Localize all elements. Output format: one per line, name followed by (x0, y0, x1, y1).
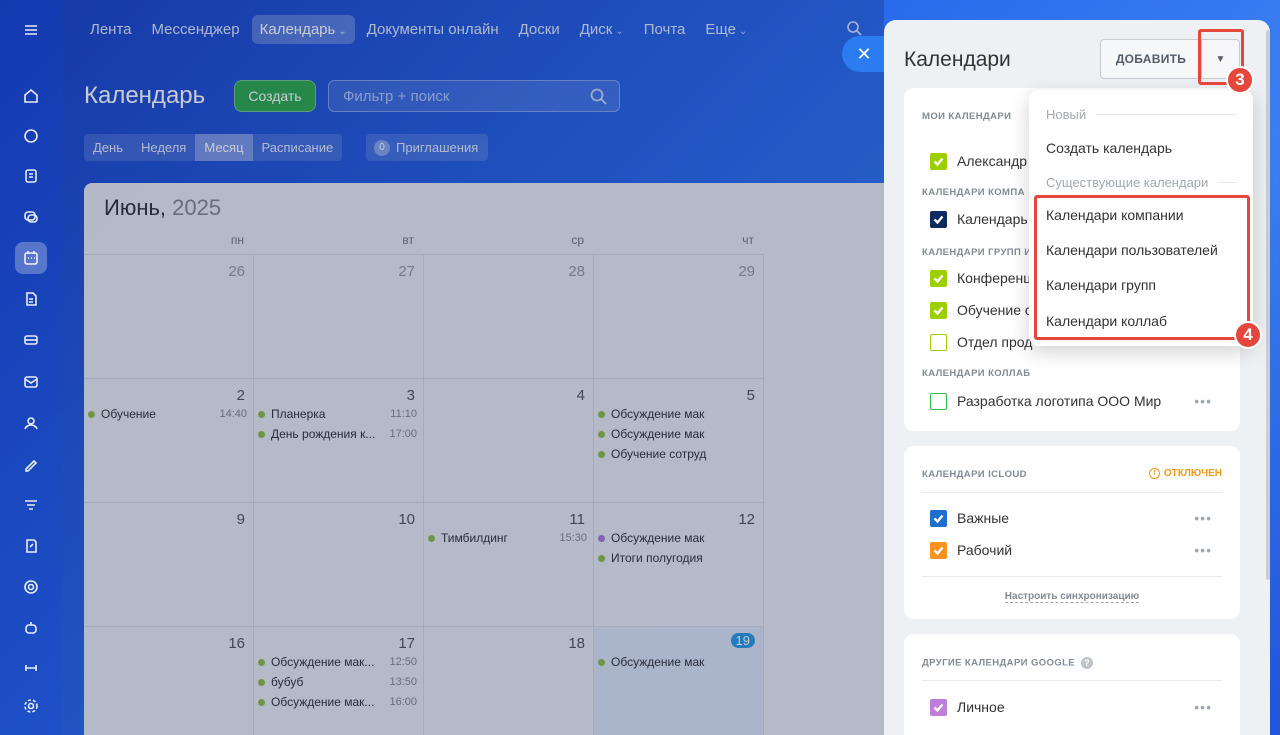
home-icon[interactable] (15, 80, 47, 112)
menu-icon[interactable] (15, 14, 47, 46)
calendar-item[interactable]: Личное ••• (930, 696, 1226, 718)
calendar-item[interactable]: Важные ••• (930, 507, 1226, 529)
more-icon[interactable]: ••• (1194, 393, 1212, 409)
calendar-name: Отдел прод (957, 334, 1033, 350)
google-card: ДРУГИЕ КАЛЕНДАРИ GOOGLE? Личное ••• (904, 634, 1240, 735)
sync-settings-link[interactable]: Настроить синхронизацию (904, 591, 1240, 603)
mail-icon[interactable] (15, 366, 47, 398)
overlay-dim[interactable] (62, 0, 884, 735)
calendar-name: Обучение с (957, 302, 1032, 318)
section-google-label: ДРУГИЕ КАЛЕНДАРИ GOOGLE (922, 657, 1076, 669)
section-company-calendars: КАЛЕНДАРИ КОМПА (922, 187, 1025, 198)
section-my-calendars: МОИ КАЛЕНДАРИ (922, 111, 1012, 122)
icloud-status: ! ОТКЛЮЧЕН (1148, 468, 1222, 479)
contacts-icon[interactable] (15, 407, 47, 439)
sync-settings-label: Настроить синхронизацию (1004, 591, 1140, 603)
help-icon[interactable]: ? (1081, 657, 1094, 669)
feed-icon[interactable] (15, 120, 47, 152)
calendar-name: Разработка логотипа ООО Мир (957, 393, 1162, 409)
divider (922, 680, 1222, 681)
sign-icon[interactable] (15, 448, 47, 480)
menu-header-new: Новый (1046, 107, 1236, 122)
calendar-item[interactable]: Разработка логотипа ООО Мир ••• (930, 390, 1226, 412)
checkbox[interactable] (930, 269, 947, 287)
more-icon[interactable]: ••• (1194, 699, 1212, 715)
target-icon[interactable] (15, 571, 47, 603)
checkbox[interactable] (930, 698, 947, 716)
add-button-label: ДОБАВИТЬ (1115, 52, 1187, 66)
calendar-name: Календарь (957, 211, 1028, 227)
divider (922, 492, 1222, 493)
calendar-name: Личное (957, 699, 1005, 715)
step-badge-3: 3 (1226, 66, 1254, 94)
checkbox[interactable] (930, 301, 947, 319)
checkbox[interactable] (930, 152, 947, 170)
section-group-calendars: КАЛЕНДАРИ ГРУПП И (922, 247, 1032, 258)
icloud-status-label: ОТКЛЮЧЕН (1163, 468, 1222, 479)
calendar-name: Александр (957, 153, 1028, 169)
panel-title: Календари (904, 48, 1011, 71)
highlight-frame-step4 (1034, 195, 1250, 340)
step-badge-4: 4 (1234, 321, 1262, 349)
sofa-icon[interactable] (15, 650, 47, 682)
more-icon[interactable]: ••• (1194, 510, 1212, 526)
calendar-item[interactable]: Рабочий ••• (930, 539, 1226, 561)
edit-doc-icon[interactable] (15, 530, 47, 562)
calendar-icon[interactable] (15, 242, 47, 274)
calendar-name: Рабочий (957, 542, 1013, 558)
panel-scrollbar[interactable] (1266, 30, 1270, 580)
left-rail (0, 0, 62, 735)
more-icon[interactable]: ••• (1194, 542, 1212, 558)
filter-icon[interactable] (15, 489, 47, 521)
warning-icon: ! (1148, 468, 1160, 479)
checkbox[interactable] (930, 333, 947, 351)
checkbox[interactable] (930, 509, 947, 527)
chat-icon[interactable] (15, 201, 47, 233)
robot-icon[interactable] (15, 612, 47, 644)
documents-icon[interactable] (15, 283, 47, 315)
calendar-name: Конференц (957, 270, 1032, 286)
close-icon[interactable]: ✕ (842, 36, 886, 72)
menu-item-create-calendar[interactable]: Создать календарь (1046, 140, 1172, 156)
section-icloud: КАЛЕНДАРИ ICLOUD (922, 469, 1027, 480)
divider (922, 576, 1222, 577)
settings-icon[interactable] (15, 690, 47, 722)
checkbox[interactable] (930, 541, 947, 559)
calendar-name: Важные (957, 510, 1010, 526)
menu-header-existing: Существующие календари (1046, 175, 1236, 190)
section-google: ДРУГИЕ КАЛЕНДАРИ GOOGLE? (922, 657, 1094, 669)
tasks-icon[interactable] (15, 160, 47, 192)
icloud-card: КАЛЕНДАРИ ICLOUD ! ОТКЛЮЧЕН Важные ••• Ра… (904, 446, 1240, 619)
drive-icon[interactable] (15, 324, 47, 356)
checkbox[interactable] (930, 392, 947, 410)
checkbox[interactable] (930, 210, 947, 228)
section-collab-calendars: КАЛЕНДАРИ КОЛЛАБ (922, 368, 1031, 379)
